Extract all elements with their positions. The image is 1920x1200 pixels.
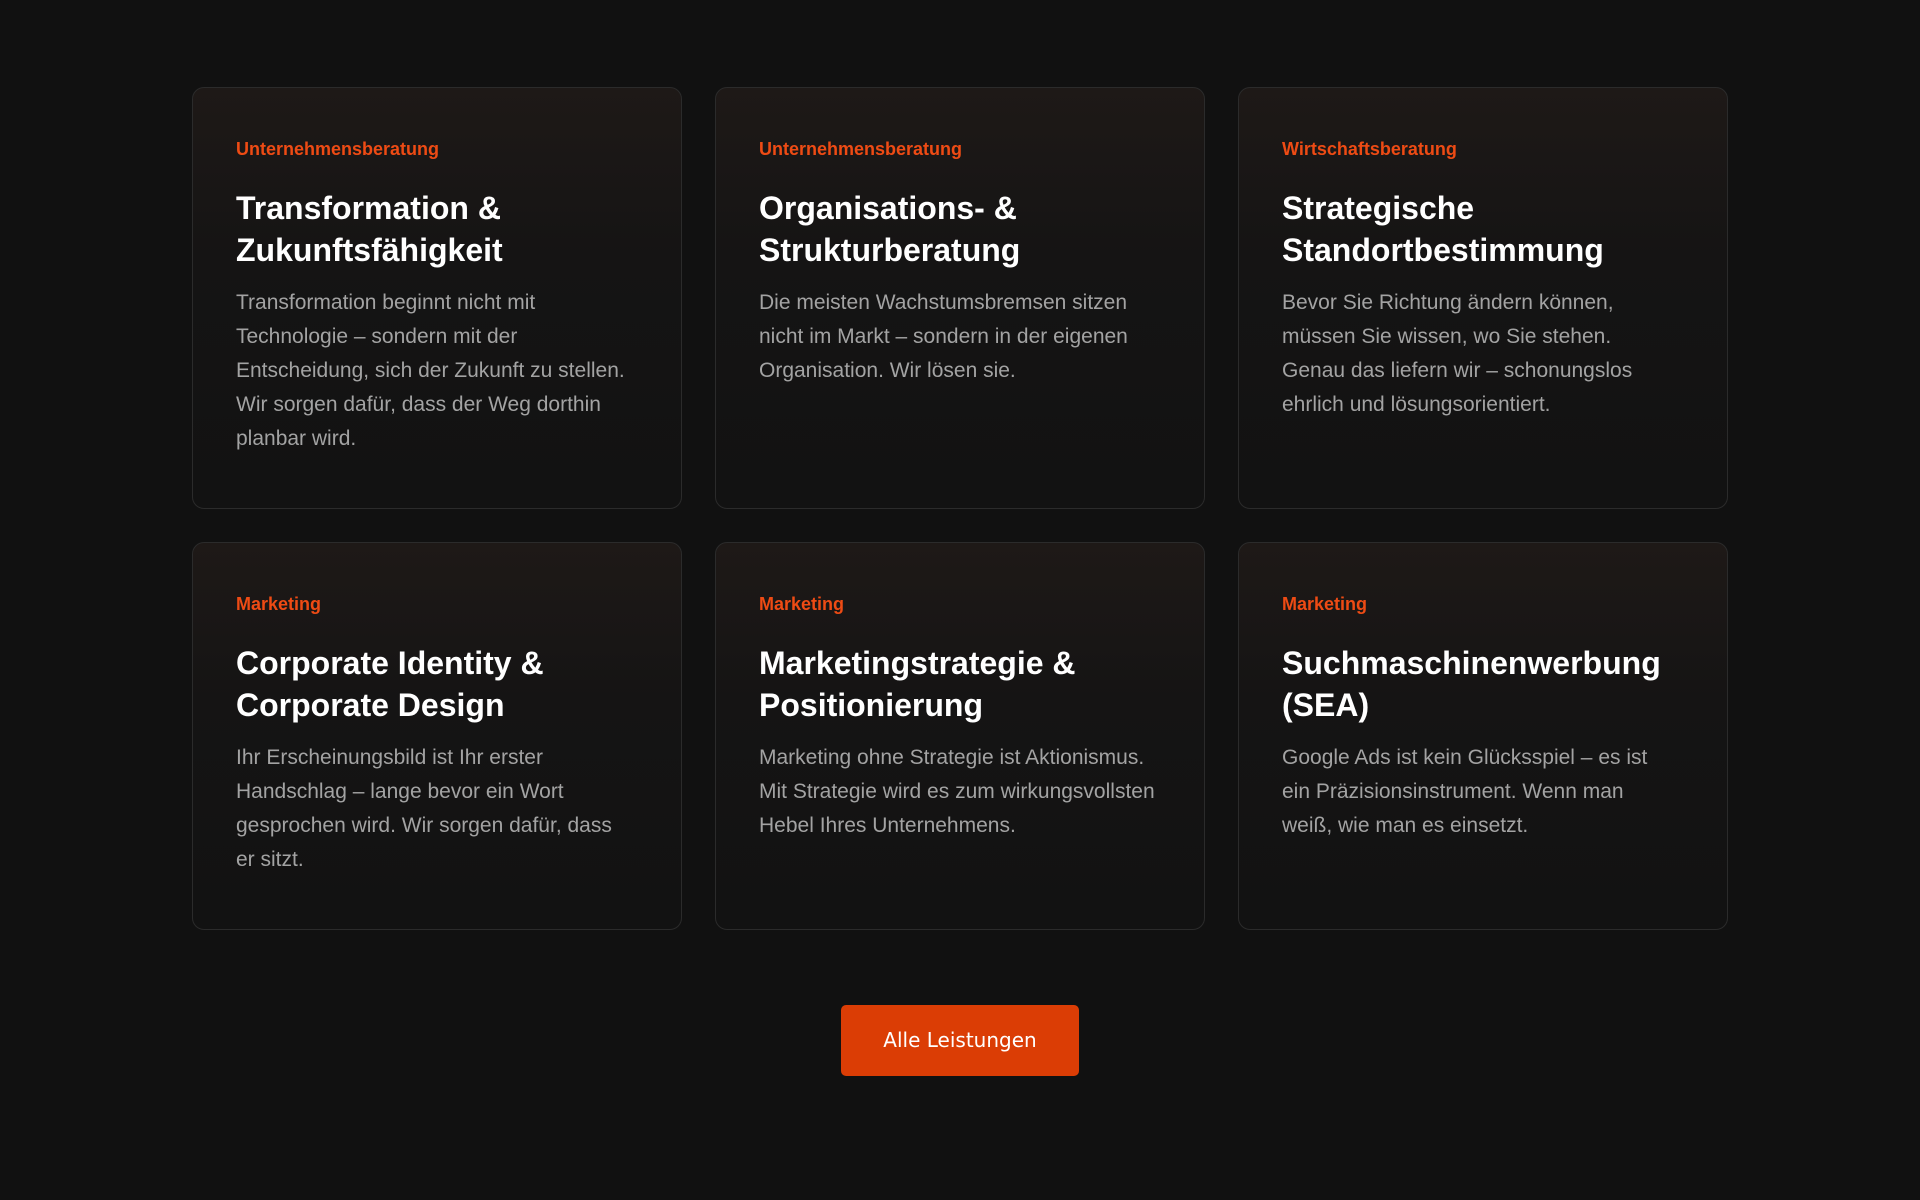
all-services-button[interactable]: Alle Leistungen [841,1005,1079,1076]
card-description-line: planbar wird. [236,427,357,450]
card-description: Transformation beginnt nicht mit Technol… [236,286,638,456]
card-title: Strategische Standortbestimmung [1282,187,1684,271]
service-card-transformation[interactable]: Unternehmensberatung Transformation & Zu… [192,87,682,509]
card-description-line: Die meisten Wachstumsbremsen sitzen [759,291,1128,314]
service-card-sea[interactable]: Marketing Suchmaschinenwerbung (SEA) Goo… [1238,542,1728,930]
card-description: Ihr Erscheinungsbild ist Ihr erster Hand… [236,741,638,877]
card-category: Marketing [236,594,322,614]
card-title-line: Zukunftsfähigkeit [236,232,503,268]
card-title-line: Standortbestimmung [1282,232,1604,268]
card-description-line: Hebel Ihres Unternehmens. [759,814,1016,837]
card-category: Wirtschaftsberatung [1282,139,1457,159]
card-title: Organisations- & Strukturberatung [759,187,1161,271]
card-description: Bevor Sie Richtung ändern können, müssen… [1282,286,1684,422]
service-card-standort[interactable]: Wirtschaftsberatung Strategische Standor… [1238,87,1728,509]
service-card-marketingstrategie[interactable]: Marketing Marketingstrategie & Positioni… [715,542,1205,930]
card-description-line: gesprochen wird. Wir sorgen dafür, dass [236,814,612,837]
card-title-line: Corporate Design [236,687,505,723]
card-title: Corporate Identity & Corporate Design [236,642,638,726]
card-category: Unternehmensberatung [236,139,440,159]
card-title-line: Organisations- & [759,190,1017,226]
card-description-line: Marketing ohne Strategie ist Aktionismus… [759,746,1145,769]
card-description-line: Ihr Erscheinungsbild ist Ihr erster [236,746,543,769]
card-title-line: Positionierung [759,687,983,723]
card-title-line: Strategische [1282,190,1475,226]
card-title: Suchmaschinenwerbung (SEA) [1282,642,1684,726]
card-title: Transformation & Zukunftsfähigkeit [236,187,638,271]
card-category: Unternehmensberatung [759,139,963,159]
card-description: Google Ads ist kein Glücksspiel – es ist… [1282,741,1684,843]
card-title-line: Strukturberatung [759,232,1021,268]
card-description-line: Entscheidung, sich der Zukunft zu stelle… [236,359,625,382]
card-description-line: Organisation. Wir lösen sie. [759,359,1016,382]
card-description-line: er sitzt. [236,848,304,871]
service-card-corporate-identity[interactable]: Marketing Corporate Identity & Corporate… [192,542,682,930]
card-description-line: Google Ads ist kein Glücksspiel – es ist [1282,746,1648,769]
card-description-line: müssen Sie wissen, wo Sie stehen. [1282,325,1612,348]
card-description-line: Mit Strategie wird es zum wirkungsvollst… [759,780,1155,803]
card-description-line: weiß, wie man es einsetzt. [1282,814,1529,837]
services-grid: Unternehmensberatung Transformation & Zu… [192,87,1728,930]
card-title-line: (SEA) [1282,687,1370,723]
card-title-line: Corporate Identity & [236,645,544,681]
card-title-line: Marketingstrategie & [759,645,1076,681]
card-description-line: Bevor Sie Richtung ändern können, [1282,291,1614,314]
card-description-line: Wir sorgen dafür, dass der Weg dorthin [236,393,601,416]
card-description-line: Genau das liefern wir – schonungslos [1282,359,1633,382]
card-description-line: Transformation beginnt nicht mit [236,291,536,314]
card-title-line: Suchmaschinenwerbung [1282,645,1661,681]
card-category: Marketing [759,594,845,614]
card-title-line: Transformation & [236,190,501,226]
card-description-line: Handschlag – lange bevor ein Wort [236,780,564,803]
card-description-line: nicht im Markt – sondern in der eigenen [759,325,1128,348]
card-description: Die meisten Wachstumsbremsen sitzen nich… [759,286,1161,388]
card-description-line: Technologie – sondern mit der [236,325,518,348]
card-category: Marketing [1282,594,1368,614]
card-title: Marketingstrategie & Positionierung [759,642,1161,726]
card-description: Marketing ohne Strategie ist Aktionismus… [759,741,1161,843]
service-card-organisation[interactable]: Unternehmensberatung Organisations- & St… [715,87,1205,509]
card-description-line: ehrlich und lösungsorientiert. [1282,393,1551,416]
card-description-line: ein Präzisionsinstrument. Wenn man [1282,780,1624,803]
